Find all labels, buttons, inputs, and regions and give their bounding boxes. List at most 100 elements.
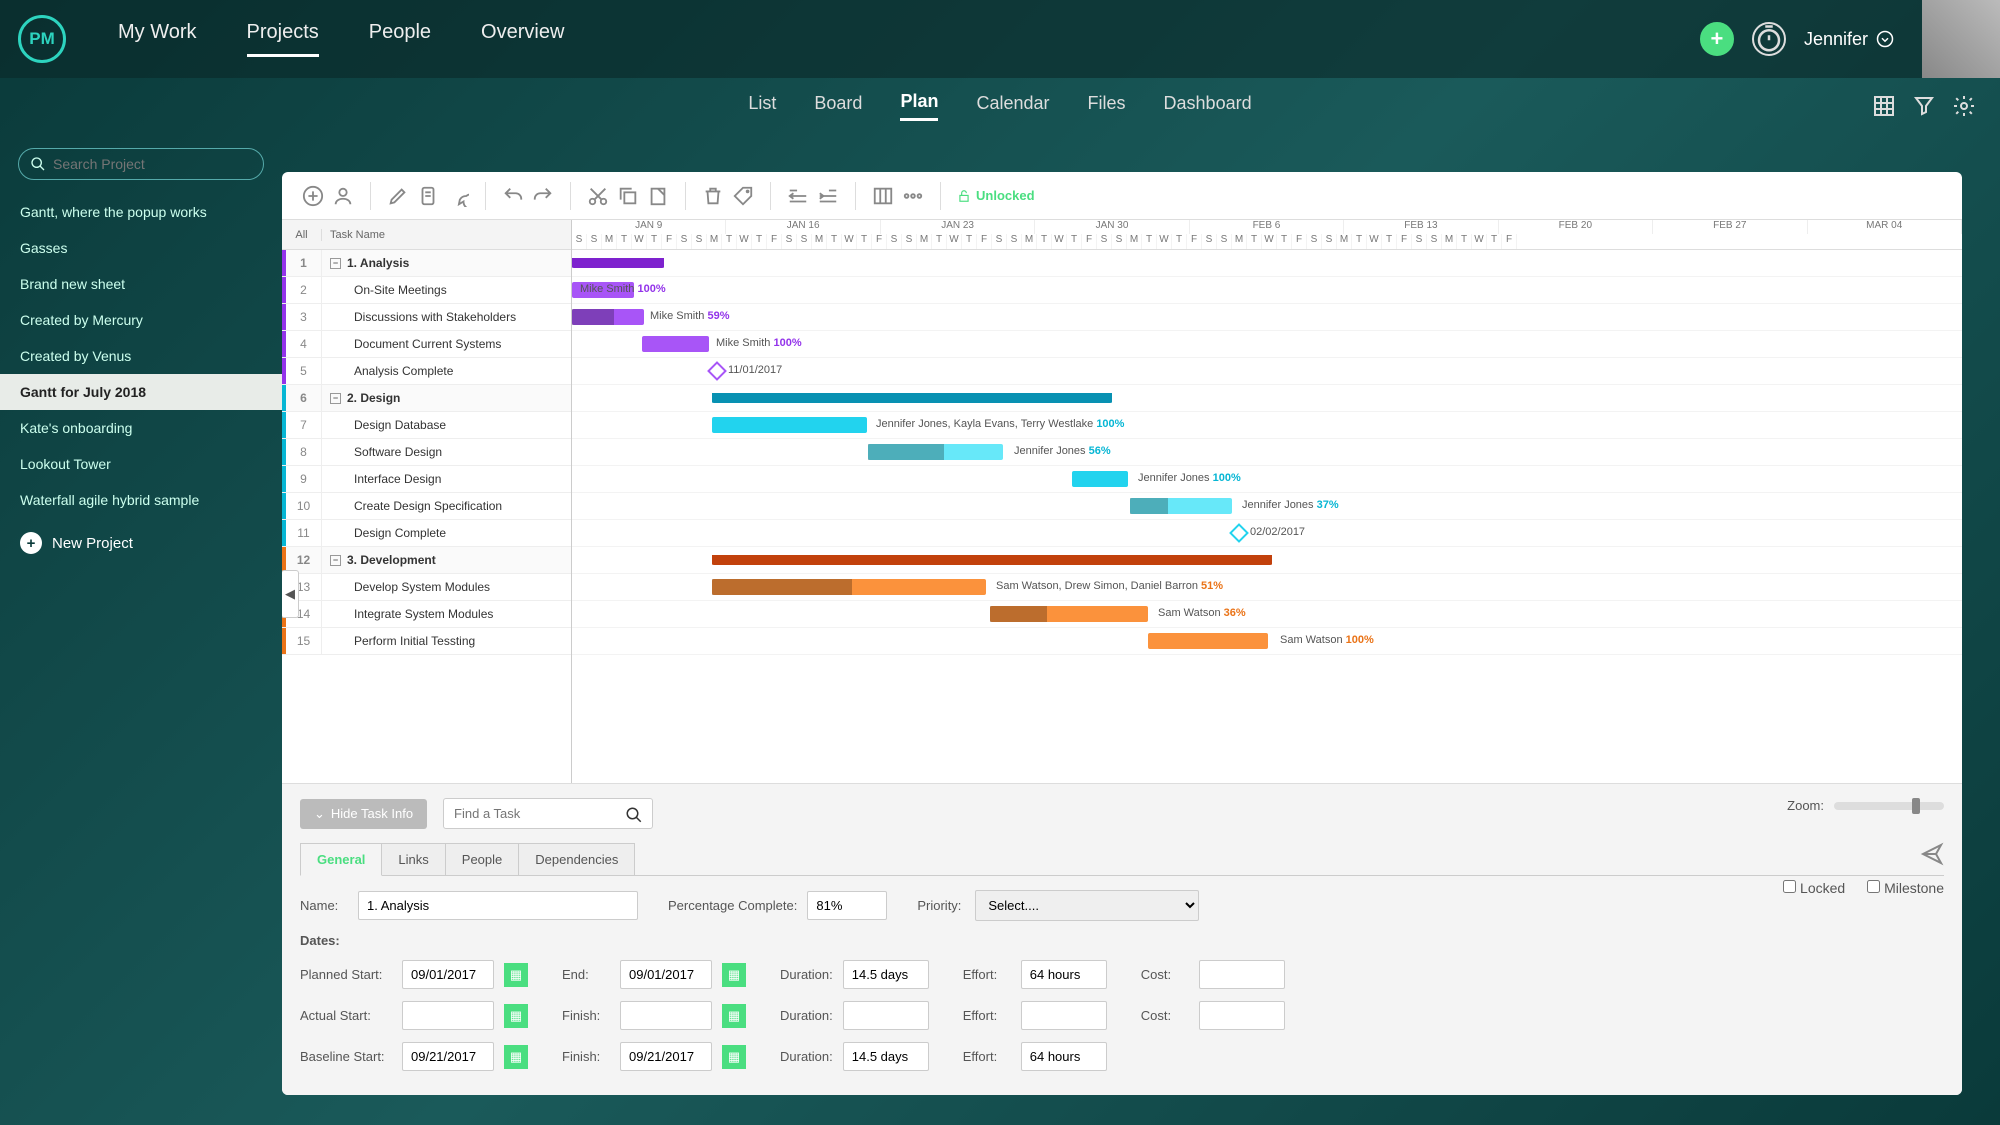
nav-overview[interactable]: Overview — [481, 21, 564, 57]
task-row[interactable]: 8Software Design — [282, 439, 571, 466]
collapse-sidebar-button[interactable]: ◀ — [282, 570, 299, 618]
pstart-field[interactable] — [402, 960, 494, 989]
subnav-calendar[interactable]: Calendar — [976, 93, 1049, 120]
gantt-row[interactable]: Sam Watson 36% — [572, 601, 1962, 628]
columns-icon[interactable] — [872, 185, 894, 207]
task-row[interactable]: 15Perform Initial Tessting — [282, 628, 571, 655]
nav-projects[interactable]: Projects — [247, 21, 319, 57]
tag-icon[interactable] — [732, 185, 754, 207]
astart-field[interactable] — [402, 1001, 494, 1030]
project-item[interactable]: Gasses — [0, 230, 282, 266]
project-item[interactable]: Created by Venus — [0, 338, 282, 374]
timer-button[interactable] — [1752, 22, 1786, 56]
edit-icon[interactable] — [387, 185, 409, 207]
project-item[interactable]: Gantt, where the popup works — [0, 194, 282, 230]
tab-general[interactable]: General — [300, 843, 382, 876]
task-row[interactable]: 5Analysis Complete — [282, 358, 571, 385]
subnav-board[interactable]: Board — [814, 93, 862, 120]
nav-people[interactable]: People — [369, 21, 431, 57]
gantt-row[interactable]: 02/02/2017 — [572, 520, 1962, 547]
name-field[interactable] — [358, 891, 638, 920]
task-row[interactable]: 1−1. Analysis — [282, 250, 571, 277]
cost2-field[interactable] — [1199, 1001, 1285, 1030]
calendar-icon[interactable]: ▦ — [504, 1045, 528, 1069]
dur-field[interactable] — [843, 960, 929, 989]
avatar[interactable] — [1922, 0, 2000, 78]
delete-icon[interactable] — [702, 185, 724, 207]
effort2-field[interactable] — [1021, 1001, 1107, 1030]
gantt-row[interactable]: Mike Smith 100% — [572, 277, 1962, 304]
find-task-input[interactable] — [443, 798, 653, 829]
tab-links[interactable]: Links — [381, 843, 445, 875]
comment-icon[interactable] — [447, 185, 469, 207]
zoom-slider[interactable] — [1834, 802, 1944, 810]
project-item[interactable]: Lookout Tower — [0, 446, 282, 482]
project-item[interactable]: Created by Mercury — [0, 302, 282, 338]
calendar-icon[interactable]: ▦ — [504, 1004, 528, 1028]
pct-field[interactable] — [807, 891, 887, 920]
search-input[interactable] — [18, 148, 264, 180]
task-row[interactable]: 9Interface Design — [282, 466, 571, 493]
user-menu[interactable]: Jennifer — [1804, 29, 1894, 50]
task-row[interactable]: 3Discussions with Stakeholders — [282, 304, 571, 331]
gear-icon[interactable] — [1952, 94, 1976, 118]
bdur-field[interactable] — [843, 1042, 929, 1071]
add-task-icon[interactable] — [302, 185, 324, 207]
filter-icon[interactable] — [1912, 94, 1936, 118]
gantt-row[interactable] — [572, 547, 1962, 574]
indent-icon[interactable] — [817, 185, 839, 207]
hide-task-info-button[interactable]: ⌄ Hide Task Info — [300, 799, 427, 829]
subnav-list[interactable]: List — [748, 93, 776, 120]
gantt-row[interactable]: Sam Watson, Drew Simon, Daniel Barron 51… — [572, 574, 1962, 601]
subnav-files[interactable]: Files — [1088, 93, 1126, 120]
gantt-row[interactable] — [572, 385, 1962, 412]
task-row[interactable]: 10Create Design Specification — [282, 493, 571, 520]
calendar-icon[interactable]: ▦ — [722, 963, 746, 987]
copy-icon[interactable] — [617, 185, 639, 207]
task-row[interactable]: 6−2. Design — [282, 385, 571, 412]
gantt-chart[interactable]: JAN 9JAN 16JAN 23JAN 30FEB 6FEB 13FEB 20… — [572, 220, 1962, 783]
col-all[interactable]: All — [282, 229, 322, 241]
gantt-row[interactable]: Jennifer Jones 56% — [572, 439, 1962, 466]
task-row[interactable]: 12−3. Development — [282, 547, 571, 574]
milestone-checkbox[interactable]: Milestone — [1867, 880, 1944, 896]
bfinish-field[interactable] — [620, 1042, 712, 1071]
gantt-row[interactable]: Jennifer Jones 37% — [572, 493, 1962, 520]
grid-icon[interactable] — [1872, 94, 1896, 118]
calendar-icon[interactable]: ▦ — [504, 963, 528, 987]
priority-select[interactable]: Select.... — [975, 890, 1199, 921]
subnav-dashboard[interactable]: Dashboard — [1164, 93, 1252, 120]
calendar-icon[interactable]: ▦ — [722, 1004, 746, 1028]
beffort-field[interactable] — [1021, 1042, 1107, 1071]
cost-field[interactable] — [1199, 960, 1285, 989]
nav-my-work[interactable]: My Work — [118, 21, 197, 57]
cut-icon[interactable] — [587, 185, 609, 207]
task-row[interactable]: 4Document Current Systems — [282, 331, 571, 358]
paste-icon[interactable] — [647, 185, 669, 207]
task-row[interactable]: 11Design Complete — [282, 520, 571, 547]
project-item[interactable]: Kate's onboarding — [0, 410, 282, 446]
more-icon[interactable] — [902, 185, 924, 207]
lock-status[interactable]: Unlocked — [957, 188, 1035, 203]
dur2-field[interactable] — [843, 1001, 929, 1030]
new-project-button[interactable]: + New Project — [0, 518, 282, 568]
redo-icon[interactable] — [532, 185, 554, 207]
task-row[interactable]: 14Integrate System Modules — [282, 601, 571, 628]
end-field[interactable] — [620, 960, 712, 989]
gantt-row[interactable]: Mike Smith 59% — [572, 304, 1962, 331]
gantt-row[interactable]: 11/01/2017 — [572, 358, 1962, 385]
outdent-icon[interactable] — [787, 185, 809, 207]
assign-icon[interactable] — [332, 185, 354, 207]
task-row[interactable]: 13Develop System Modules — [282, 574, 571, 601]
gantt-row[interactable]: Jennifer Jones, Kayla Evans, Terry Westl… — [572, 412, 1962, 439]
gantt-row[interactable]: Mike Smith 100% — [572, 331, 1962, 358]
send-icon[interactable] — [1920, 842, 1944, 866]
gantt-row[interactable] — [572, 250, 1962, 277]
task-row[interactable]: 2On-Site Meetings — [282, 277, 571, 304]
gantt-row[interactable]: Sam Watson 100% — [572, 628, 1962, 655]
finish-field[interactable] — [620, 1001, 712, 1030]
subnav-plan[interactable]: Plan — [900, 91, 938, 121]
undo-icon[interactable] — [502, 185, 524, 207]
tab-dependencies[interactable]: Dependencies — [518, 843, 635, 875]
gantt-row[interactable]: Jennifer Jones 100% — [572, 466, 1962, 493]
